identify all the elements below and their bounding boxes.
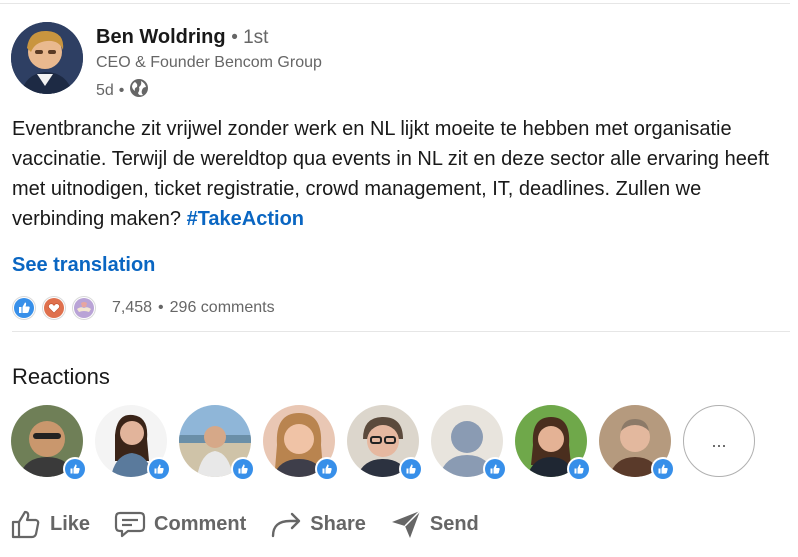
like-icon [567,457,591,481]
more-reactions-button[interactable]: ... [683,405,755,477]
reaction-count[interactable]: 7,458 [112,299,152,317]
reactor-avatar[interactable] [95,405,171,481]
send-label: Send [429,512,479,535]
like-icon [399,457,423,481]
post-text: Eventbranche zit vrijwel zonder werk en … [12,118,770,230]
like-icon [315,457,339,481]
reactor-avatar[interactable] [347,405,423,481]
send-button[interactable]: Send [390,508,479,540]
reactor-avatar[interactable] [599,405,675,481]
top-divider [0,3,790,4]
reaction-icons [12,296,102,320]
connection-degree: • 1st [231,27,269,48]
like-icon [483,457,507,481]
author-name[interactable]: Ben Woldring • 1st [96,26,268,49]
see-translation-link[interactable]: See translation [12,254,155,277]
author-avatar[interactable] [11,22,83,94]
reactions-title: Reactions [12,364,110,389]
post-body: Eventbranche zit vrijwel zonder werk en … [12,114,792,234]
reactor-avatar-placeholder[interactable] [431,405,507,481]
share-label: Share [310,512,366,535]
like-icon [231,457,255,481]
social-counts[interactable]: 7,458 • 296 comments [12,296,275,320]
section-divider [12,331,790,332]
reactor-avatar[interactable] [179,405,255,481]
post-meta: 5d • [96,78,149,103]
author-headline: CEO & Founder Bencom Group [96,54,322,71]
action-bar: Like Comment Share Send [10,508,503,540]
counts-separator: • [158,299,164,316]
send-icon [391,510,421,538]
author-name-text[interactable]: Ben Woldring [96,26,226,48]
like-icon [651,457,675,481]
like-icon [12,296,36,320]
comments-count[interactable]: 296 comments [170,299,275,317]
comment-icon [114,511,146,538]
share-button[interactable]: Share [270,509,366,539]
post-age: 5d [96,81,114,99]
like-icon [63,457,87,481]
comment-label: Comment [154,512,247,535]
meta-separator: • [118,81,125,99]
reactor-avatar[interactable] [515,405,591,481]
like-icon [147,457,171,481]
reactor-avatar[interactable] [11,405,87,481]
thumbs-up-icon [11,510,40,539]
share-arrow-icon [272,512,301,538]
like-label: Like [50,512,91,535]
comment-button[interactable]: Comment [114,509,246,539]
like-button[interactable]: Like [10,508,90,540]
hashtag-link[interactable]: #TakeAction [187,208,304,230]
love-icon [42,296,66,320]
globe-icon [129,78,149,103]
reactor-avatar[interactable] [263,405,339,481]
support-icon [72,296,96,320]
